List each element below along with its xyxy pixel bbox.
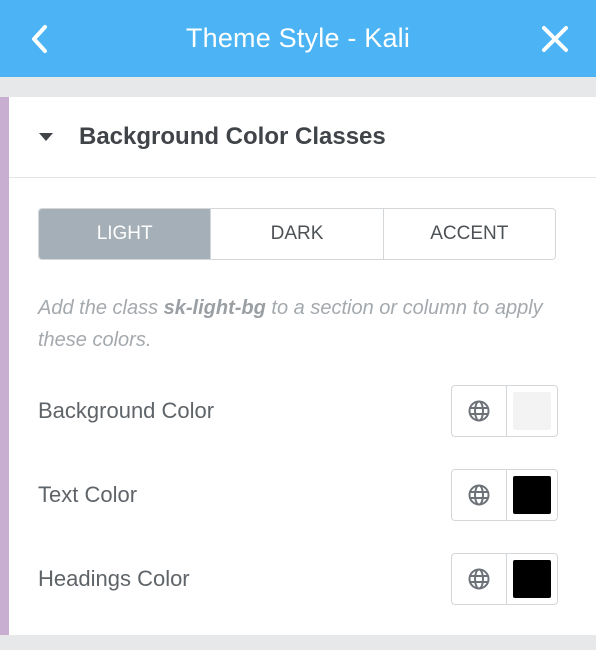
globe-icon: [468, 484, 490, 506]
panel-header: Theme Style - Kali: [0, 0, 596, 77]
description-text: Add the class sk-light-bg to a section o…: [38, 292, 558, 356]
text-color-swatch-button[interactable]: [507, 470, 557, 520]
text-color-row: Text Color: [38, 468, 558, 522]
globe-icon: [468, 568, 490, 590]
caret-down-icon: [39, 133, 53, 141]
background-color-swatch: [513, 392, 551, 430]
background-color-global-button[interactable]: [452, 386, 507, 436]
background-color-row: Background Color: [38, 384, 558, 438]
headings-color-control: [451, 553, 558, 605]
back-button[interactable]: [26, 22, 52, 56]
background-color-control: [451, 385, 558, 437]
section-toggle[interactable]: Background Color Classes: [9, 97, 596, 178]
chevron-left-icon: [32, 25, 47, 53]
text-color-label: Text Color: [38, 482, 138, 507]
close-button[interactable]: [538, 22, 572, 56]
close-icon: [542, 26, 568, 52]
settings-panel: Background Color Classes LIGHT DARK ACCE…: [0, 97, 596, 635]
text-color-control: [451, 469, 558, 521]
color-scheme-tabs: LIGHT DARK ACCENT: [38, 208, 556, 260]
text-color-swatch: [513, 476, 551, 514]
headings-color-global-button[interactable]: [452, 554, 507, 604]
tab-dark[interactable]: DARK: [210, 209, 383, 259]
description-class-name: sk-light-bg: [163, 297, 266, 319]
headings-color-label: Headings Color: [38, 566, 190, 591]
tab-accent[interactable]: ACCENT: [382, 209, 555, 259]
headings-color-row: Headings Color: [38, 552, 558, 606]
tab-light[interactable]: LIGHT: [39, 209, 211, 259]
section-title: Background Color Classes: [79, 123, 386, 150]
text-color-global-button[interactable]: [452, 470, 507, 520]
description-prefix: Add the class: [38, 297, 164, 319]
headings-color-swatch: [513, 560, 551, 598]
section-accent-bar: [0, 97, 9, 635]
globe-icon: [468, 400, 490, 422]
background-color-label: Background Color: [38, 398, 215, 423]
headings-color-swatch-button[interactable]: [507, 554, 557, 604]
background-color-swatch-button[interactable]: [507, 386, 557, 436]
panel-title: Theme Style - Kali: [185, 23, 411, 53]
